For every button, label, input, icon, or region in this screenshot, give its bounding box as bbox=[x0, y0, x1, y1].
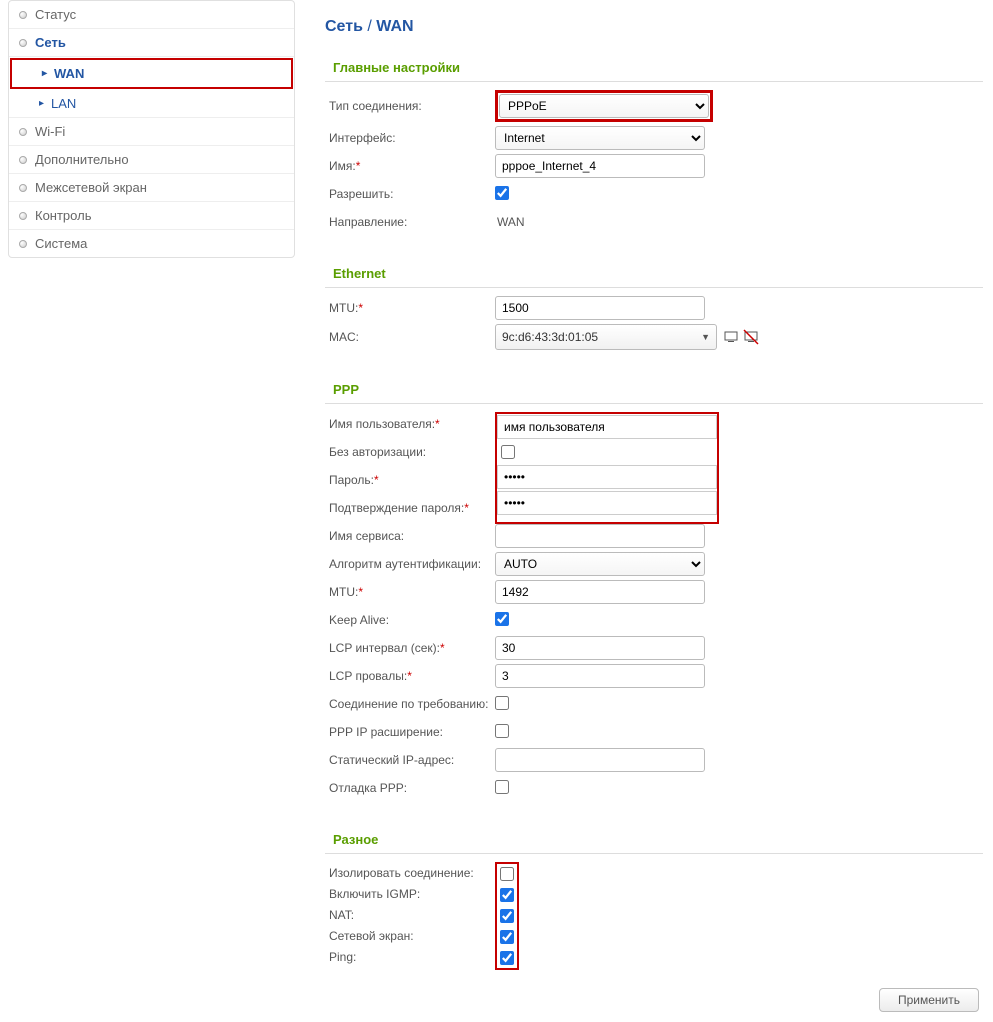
ppp-ondemand-checkbox[interactable] bbox=[495, 696, 509, 710]
ppp-mtu-input[interactable] bbox=[495, 580, 705, 604]
computer-disabled-icon[interactable] bbox=[743, 329, 759, 345]
ppp-lcp-fails-input[interactable] bbox=[495, 664, 705, 688]
ppp-username-input[interactable] bbox=[497, 415, 717, 439]
ppp-pppip-checkbox[interactable] bbox=[495, 724, 509, 738]
section-title-misc: Разное bbox=[325, 828, 983, 854]
nav-label: Система bbox=[35, 236, 87, 251]
nav-label: Межсетевой экран bbox=[35, 180, 147, 195]
misc-firewall-label: Сетевой экран: bbox=[325, 929, 495, 943]
misc-ping-checkbox[interactable] bbox=[500, 951, 514, 965]
section-title-ethernet: Ethernet bbox=[325, 262, 983, 288]
dropdown-icon: ▼ bbox=[701, 332, 710, 342]
ppp-pppip-label: PPP IP расширение: bbox=[325, 725, 495, 739]
nav-label: Сеть bbox=[35, 35, 66, 50]
ppp-lcp-interval-input[interactable] bbox=[495, 636, 705, 660]
ppp-password-input[interactable] bbox=[497, 465, 717, 489]
breadcrumb-sep: / bbox=[367, 18, 371, 35]
connection-type-label: Тип соединения: bbox=[325, 99, 495, 113]
ppp-service-label: Имя сервиса: bbox=[325, 529, 495, 543]
computer-icon[interactable] bbox=[723, 329, 739, 345]
ppp-service-input[interactable] bbox=[495, 524, 705, 548]
connection-type-select[interactable]: PPPoE bbox=[499, 94, 709, 118]
chevron-right-icon: ▸ bbox=[39, 98, 51, 109]
ppp-password-label: Пароль:* bbox=[325, 473, 495, 487]
section-title-main: Главные настройки bbox=[325, 56, 983, 82]
nav-item-firewall[interactable]: Межсетевой экран bbox=[9, 174, 294, 202]
nav-label: WAN bbox=[54, 66, 84, 81]
ppp-debug-label: Отладка PPP: bbox=[325, 781, 495, 795]
ppp-lcp-fails-label: LCP провалы:* bbox=[325, 669, 495, 683]
nav-item-lan[interactable]: ▸ LAN bbox=[9, 90, 294, 118]
ppp-keepalive-label: Keep Alive: bbox=[325, 613, 495, 627]
nav-item-status[interactable]: Статус bbox=[9, 1, 294, 29]
ppp-staticip-label: Статический IP-адрес: bbox=[325, 753, 495, 767]
nav-item-wifi[interactable]: Wi-Fi bbox=[9, 118, 294, 146]
ppp-debug-checkbox[interactable] bbox=[495, 780, 509, 794]
misc-isolate-label: Изолировать соединение: bbox=[325, 866, 495, 880]
section-title-ppp: PPP bbox=[325, 378, 983, 404]
sidebar: Статус Сеть ▸ WAN ▸ LAN Wi-Fi Дополнител… bbox=[0, 0, 295, 1022]
mac-select[interactable]: 9c:d6:43:3d:01:05 ▼ bbox=[495, 324, 717, 350]
nav-label: Статус bbox=[35, 7, 76, 22]
ppp-ondemand-label: Соединение по требованию: bbox=[325, 697, 495, 711]
bullet-icon bbox=[19, 212, 27, 220]
direction-label: Направление: bbox=[325, 215, 495, 229]
breadcrumb-part: Сеть bbox=[325, 18, 363, 35]
name-input[interactable] bbox=[495, 154, 705, 178]
eth-mtu-label: MTU:* bbox=[325, 301, 495, 315]
nav-item-control[interactable]: Контроль bbox=[9, 202, 294, 230]
nav-item-network[interactable]: Сеть bbox=[9, 29, 294, 57]
bullet-icon bbox=[19, 240, 27, 248]
misc-igmp-label: Включить IGMP: bbox=[325, 887, 495, 901]
misc-nat-checkbox[interactable] bbox=[500, 909, 514, 923]
allow-checkbox[interactable] bbox=[495, 186, 509, 200]
interface-select[interactable]: Internet bbox=[495, 126, 705, 150]
bullet-icon bbox=[19, 11, 27, 19]
breadcrumb-part: WAN bbox=[376, 18, 413, 35]
ppp-lcp-interval-label: LCP интервал (сек):* bbox=[325, 641, 495, 655]
allow-label: Разрешить: bbox=[325, 187, 495, 201]
name-label: Имя:* bbox=[325, 159, 495, 173]
ppp-mtu-label: MTU:* bbox=[325, 585, 495, 599]
main-content: Сеть / WAN Главные настройки Тип соедине… bbox=[295, 0, 993, 1022]
nav-item-wan[interactable]: ▸ WAN bbox=[10, 58, 293, 89]
nav-label: Контроль bbox=[35, 208, 91, 223]
mac-label: MAC: bbox=[325, 330, 495, 344]
nav-label: LAN bbox=[51, 96, 76, 111]
misc-isolate-checkbox[interactable] bbox=[500, 867, 514, 881]
ppp-noauth-checkbox[interactable] bbox=[501, 445, 515, 459]
nav-item-advanced[interactable]: Дополнительно bbox=[9, 146, 294, 174]
bullet-icon bbox=[19, 184, 27, 192]
nav-item-system[interactable]: Система bbox=[9, 230, 294, 257]
bullet-icon bbox=[19, 156, 27, 164]
misc-igmp-checkbox[interactable] bbox=[500, 888, 514, 902]
misc-nat-label: NAT: bbox=[325, 908, 495, 922]
ppp-authalgo-label: Алгоритм аутентификации: bbox=[325, 557, 495, 571]
misc-ping-label: Ping: bbox=[325, 950, 495, 964]
ppp-password-confirm-input[interactable] bbox=[497, 491, 717, 515]
apply-button[interactable]: Применить bbox=[879, 988, 979, 1012]
ppp-password-confirm-label: Подтверждение пароля:* bbox=[325, 501, 495, 515]
interface-label: Интерфейс: bbox=[325, 131, 495, 145]
misc-firewall-checkbox[interactable] bbox=[500, 930, 514, 944]
ppp-authalgo-select[interactable]: AUTO bbox=[495, 552, 705, 576]
breadcrumb: Сеть / WAN bbox=[325, 10, 983, 56]
nav-label: Wi-Fi bbox=[35, 124, 65, 139]
mac-value: 9c:d6:43:3d:01:05 bbox=[502, 330, 598, 344]
direction-value: WAN bbox=[495, 215, 525, 229]
bullet-icon bbox=[19, 128, 27, 136]
ppp-keepalive-checkbox[interactable] bbox=[495, 612, 509, 626]
chevron-right-icon: ▸ bbox=[42, 68, 54, 79]
ppp-staticip-input[interactable] bbox=[495, 748, 705, 772]
ppp-noauth-label: Без авторизации: bbox=[325, 445, 495, 459]
ppp-username-label: Имя пользователя:* bbox=[325, 417, 495, 431]
eth-mtu-input[interactable] bbox=[495, 296, 705, 320]
bullet-icon bbox=[19, 39, 27, 47]
nav-label: Дополнительно bbox=[35, 152, 129, 167]
